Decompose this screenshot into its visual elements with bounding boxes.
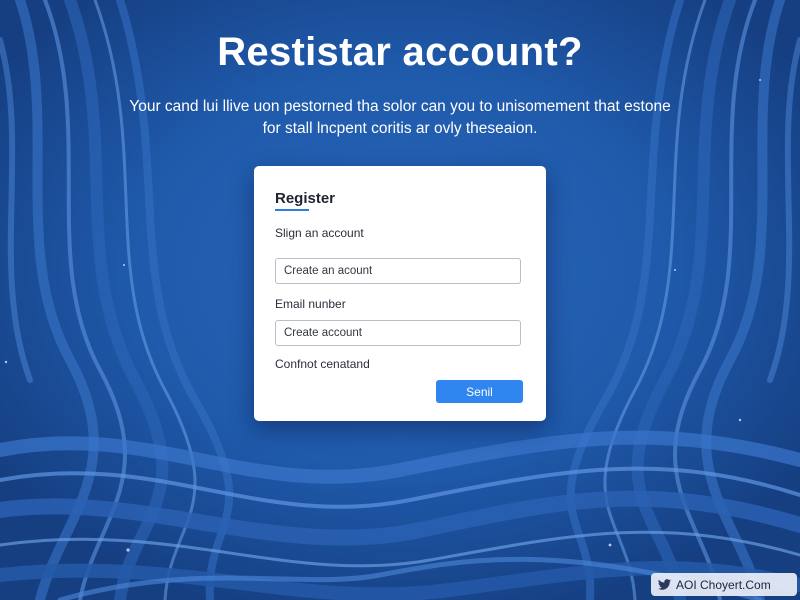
register-title: Register bbox=[275, 190, 336, 207]
email-label: Email nunber bbox=[275, 297, 346, 311]
title-underline bbox=[275, 209, 309, 211]
watermark-badge: AOI Choyert.Com bbox=[651, 573, 797, 596]
sign-account-label: Slign an account bbox=[275, 226, 364, 240]
page-headline: Restistar account? bbox=[217, 30, 583, 74]
subtext-line-1: Your cand lui llive uon pestorned tha so… bbox=[129, 98, 671, 115]
subtext-line-2: for stall lncpent coritis ar ovly thesea… bbox=[262, 120, 538, 137]
confirm-label: Confnot cenatand bbox=[275, 357, 370, 371]
account-name-field[interactable] bbox=[275, 258, 521, 284]
email-field[interactable] bbox=[275, 320, 521, 346]
register-card: Register Slign an account Email nunber C… bbox=[254, 166, 546, 421]
send-button[interactable]: Senil bbox=[436, 380, 523, 403]
watermark-text: AOI Choyert.Com bbox=[676, 577, 771, 592]
page-subtext: Your cand lui llive uon pestorned tha so… bbox=[100, 96, 700, 140]
bird-icon bbox=[657, 578, 672, 590]
